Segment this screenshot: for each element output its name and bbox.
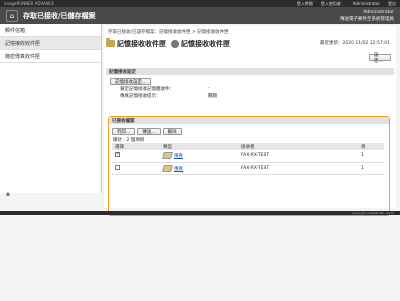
section-heading: 已接收檔案 xyxy=(109,117,389,124)
property-value: - xyxy=(208,86,210,91)
top-bar: imageRUNNER ADVANCE 登入時間 登入使用者： Administ… xyxy=(0,0,400,7)
app-header: ⌂ 存取已接收/已儲存檔案 Administrator 傳送電子郵件至系統管理員 xyxy=(0,7,400,24)
col-select: 選擇 xyxy=(112,143,160,150)
main-panel: 存取已接收/已儲存檔案：記憶接收收件匣 > 記憶接收收件匣 記憶接收收件匣 記憶… xyxy=(104,26,396,216)
user-info: Administrator 傳送電子郵件至系統管理員 xyxy=(340,9,394,23)
pages-cell: 1 xyxy=(358,150,384,163)
sidebar-item-mailbox[interactable]: 郵件信箱 xyxy=(0,24,101,37)
sidebar-item-label: 機密傳真收件匣 xyxy=(5,53,41,60)
sidebar-item-memory-rx-inbox[interactable]: 記憶接收收件匣 xyxy=(0,37,101,50)
pages-cell: 1 xyxy=(358,162,384,175)
col-pages: 頁 xyxy=(358,143,384,150)
app-frame: imageRUNNER ADVANCE 登入時間 登入使用者： Administ… xyxy=(0,0,400,301)
files-table: 選擇 類型 接收者 頁 傳真 FAX-RX-TEST 1 xyxy=(112,143,384,175)
file-type-link[interactable]: 傳真 xyxy=(174,167,183,172)
sidebar-item-label: 記憶接收收件匣 xyxy=(5,40,41,47)
delete-button[interactable]: 刪除 xyxy=(162,128,182,135)
property-row: 傳真記憶接收提示： 關閉 xyxy=(110,92,390,99)
breadcrumb: 存取已接收/已儲存檔案：記憶接收收件匣 > 記憶接收收件匣 xyxy=(108,30,229,35)
home-button[interactable]: ⌂ xyxy=(6,9,18,22)
send-button[interactable]: 傳送... xyxy=(137,128,161,135)
home-icon: ⌂ xyxy=(9,11,15,20)
login-user-name: Administrator xyxy=(352,0,380,6)
memory-rx-settings-section: 記憶接收設定 記憶接收設定... 鎖定記憶接收記憶體收件： - 傳真記憶接收提示… xyxy=(106,68,394,102)
app-title: 存取已接收/已儲存檔案 xyxy=(23,11,96,20)
sidebar: 郵件信箱 記憶接收收件匣 機密傳真收件匣 xyxy=(0,24,102,193)
inbox-gear-icon xyxy=(171,39,179,48)
table-row: 傳真 FAX-RX-TEST 1 xyxy=(112,162,384,175)
print-button[interactable]: 列印... xyxy=(112,128,136,135)
receiver-cell: FAX-RX-TEST xyxy=(238,162,358,175)
file-toolbar: 列印... 傳送... 刪除 xyxy=(109,124,389,137)
fax-document-icon xyxy=(162,152,173,160)
sidebar-item-label: 郵件信箱 xyxy=(5,27,26,34)
user-name: Administrator xyxy=(363,9,394,15)
col-type: 類型 xyxy=(160,143,238,150)
inbox-folder-icon xyxy=(106,38,115,47)
row-checkbox[interactable] xyxy=(115,164,120,170)
last-updated: 最近更新：2020 11/02 12:57:01 xyxy=(320,41,390,46)
property-key: 鎖定記憶接收記憶體收件： xyxy=(120,86,174,92)
page-subtitle: 記憶接收收件匣 xyxy=(181,39,230,48)
property-row: 鎖定記憶接收記憶體收件： - xyxy=(110,85,390,92)
email-admin-link[interactable]: 傳送電子郵件至系統管理員 xyxy=(340,16,394,23)
receiver-cell: FAX-RX-TEST xyxy=(238,150,358,163)
property-value: 關閉 xyxy=(208,93,217,99)
top-links: 登入時間 登入使用者： Administrator 登出 xyxy=(297,1,396,7)
section-body: 記憶接收設定... 鎖定記憶接收記憶體收件： - 傳真記憶接收提示： 關閉 xyxy=(106,75,394,102)
section-heading: 記憶接收設定 xyxy=(106,68,394,75)
scroll-top-icon[interactable]: ▲ xyxy=(6,191,10,197)
footer: Copyright CANON INC. 2020 xyxy=(0,211,400,215)
logout-link[interactable]: 登出 xyxy=(388,1,396,7)
property-key: 傳真記憶接收提示： xyxy=(120,93,161,99)
table-row: 傳真 FAX-RX-TEST 1 xyxy=(112,150,384,163)
received-files-section: 已接收檔案 列印... 傳送... 刪除 總計：2 個項目 選擇 類型 接收者 … xyxy=(108,116,390,216)
row-checkbox[interactable] xyxy=(115,151,120,158)
table-header-row: 選擇 類型 接收者 頁 xyxy=(112,143,384,150)
login-user-label: 登入使用者： xyxy=(320,0,345,6)
col-receiver: 接收者 xyxy=(238,143,358,150)
memory-rx-settings-button[interactable]: 記憶接收設定... xyxy=(110,78,152,85)
login-time-label: 登入時間 xyxy=(296,0,313,6)
fax-document-icon xyxy=(162,164,173,172)
page-title: 記憶接收收件匣 xyxy=(117,39,166,48)
sidebar-item-confidential-fax-inbox[interactable]: 機密傳真收件匣 xyxy=(0,50,101,63)
file-type-link[interactable]: 傳真 xyxy=(174,154,183,159)
settings-button[interactable]: 設定... xyxy=(369,53,391,64)
brand-label: imageRUNNER ADVANCE xyxy=(4,1,55,6)
